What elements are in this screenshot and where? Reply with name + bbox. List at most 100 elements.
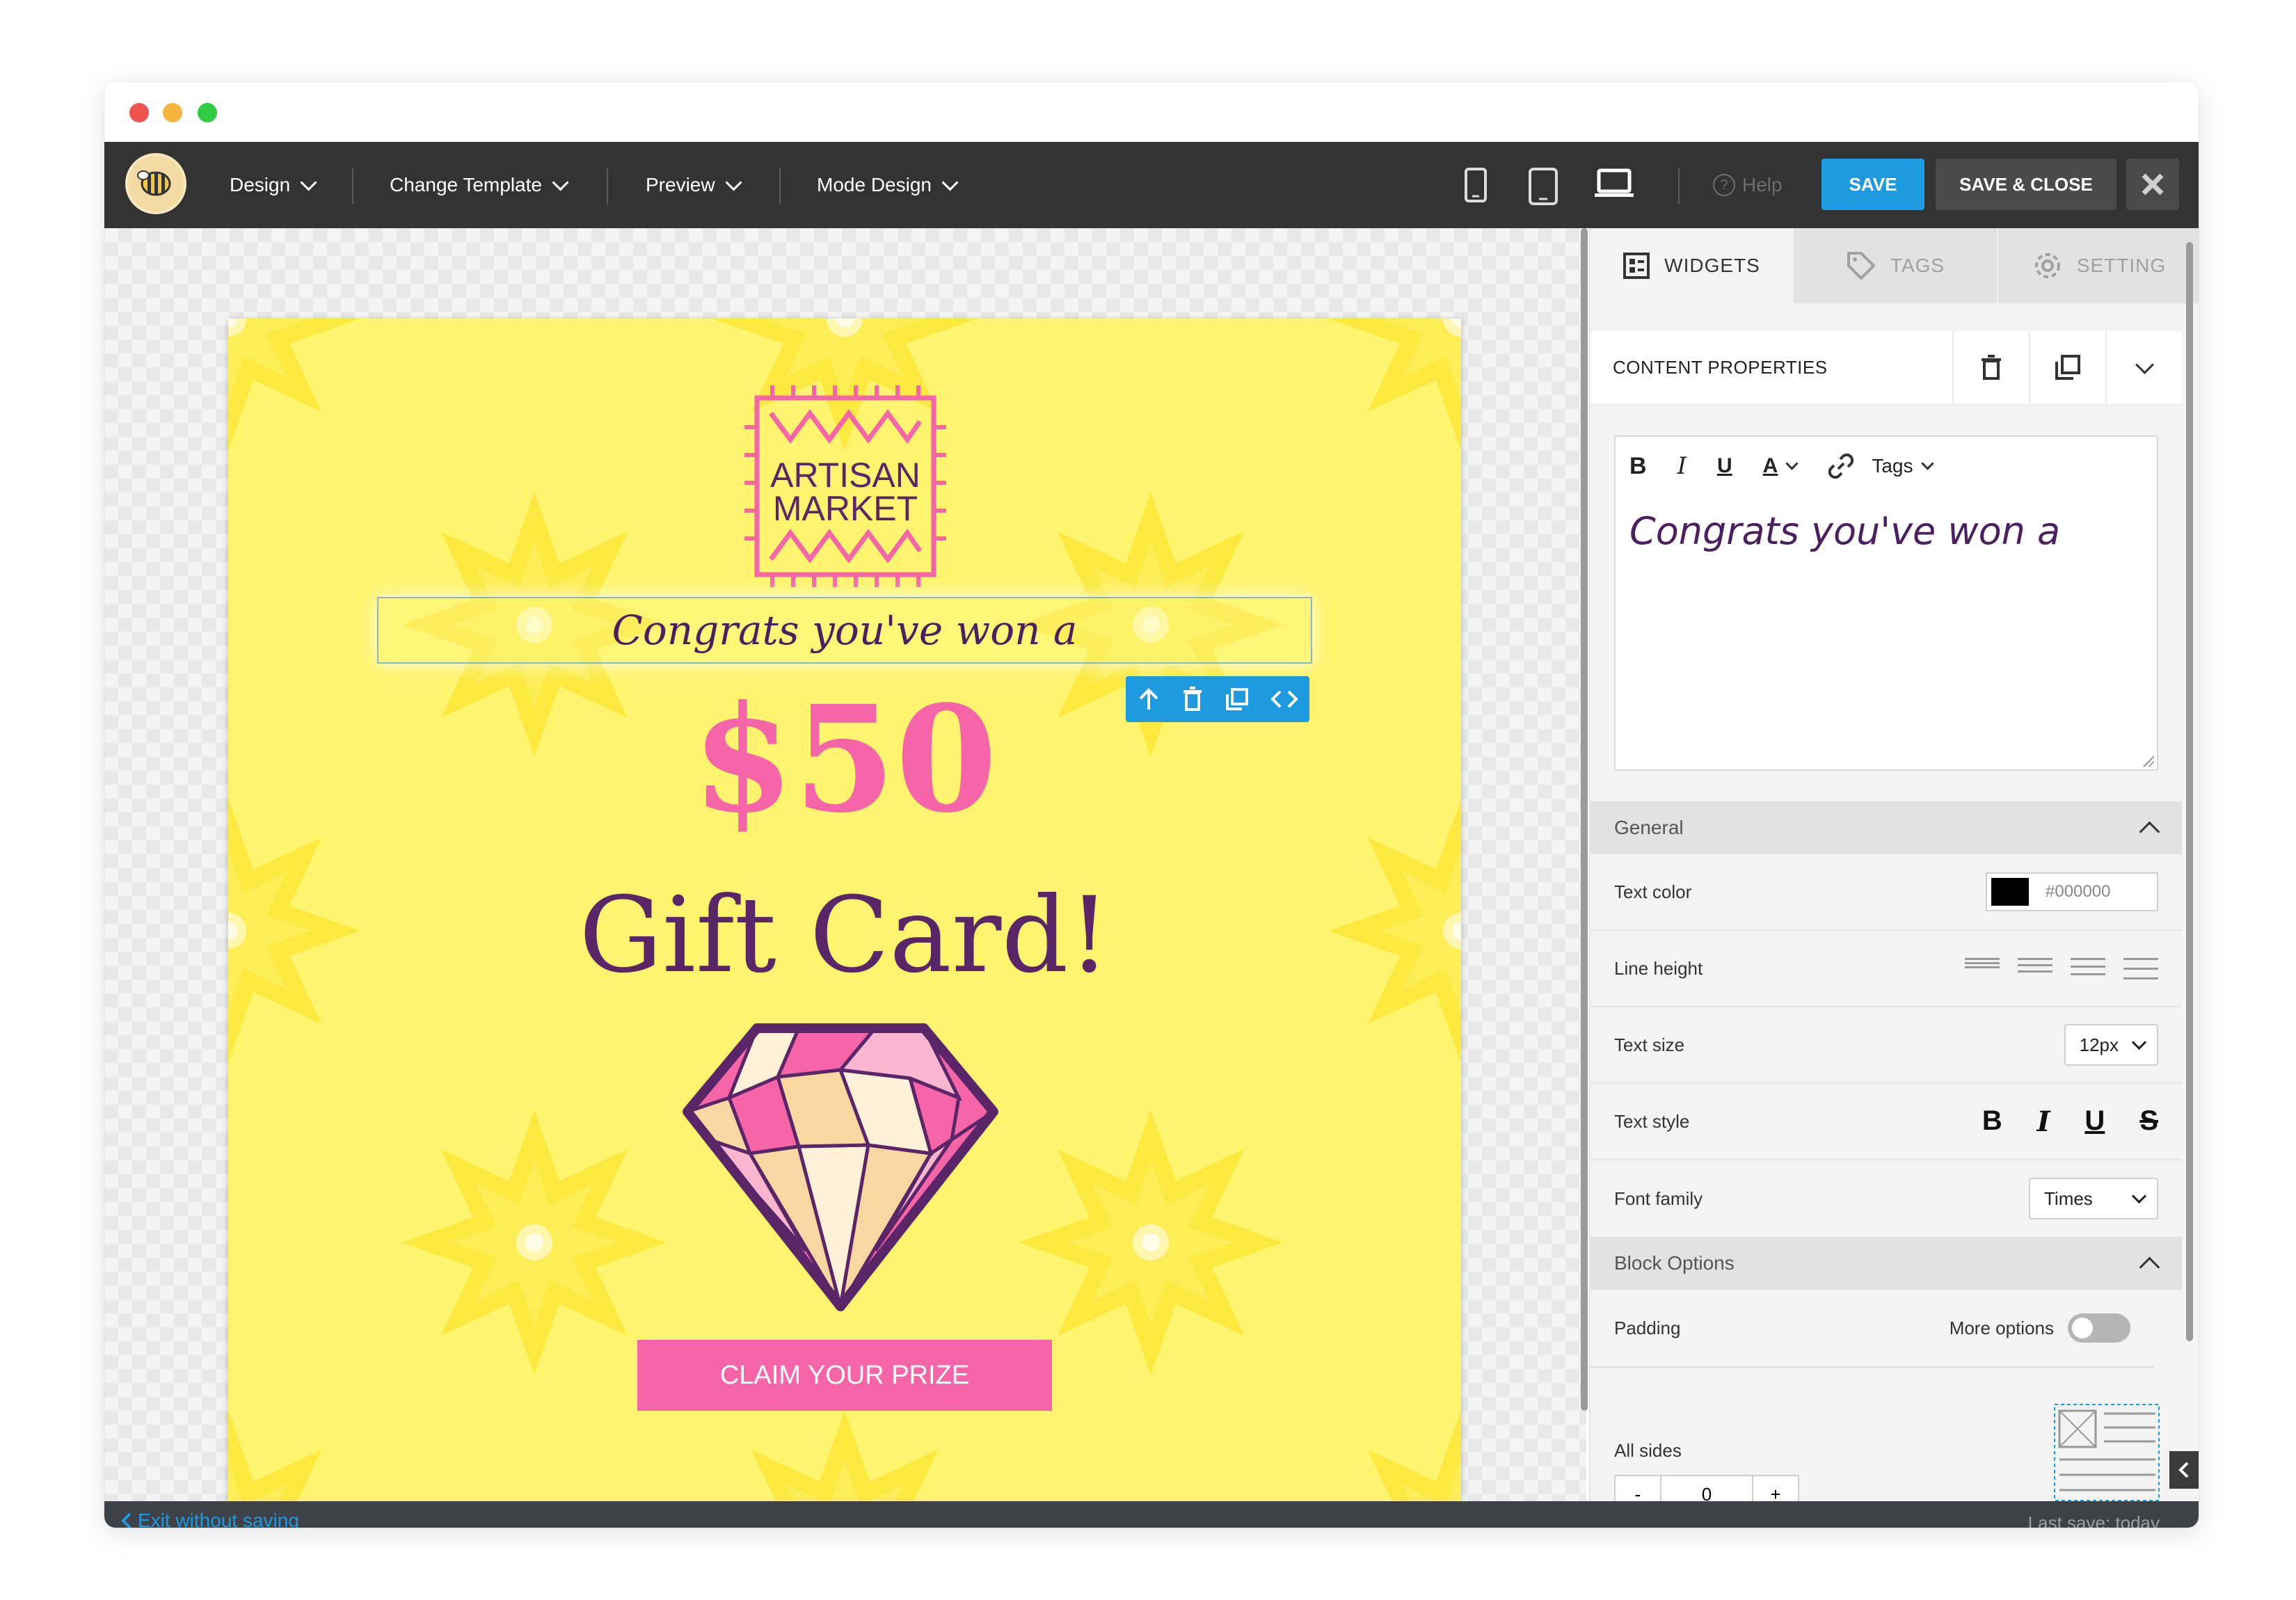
font-family-value: Times xyxy=(2044,1187,2093,1209)
font-color-picker[interactable]: A xyxy=(1762,454,1799,478)
menu-divider xyxy=(607,168,608,205)
widgets-icon xyxy=(1623,253,1650,279)
top-toolbar: Design Change Template Preview Mode Desi… xyxy=(104,142,2199,228)
line-height-option-2[interactable] xyxy=(2018,957,2052,979)
content-properties-header: CONTENT PROPERTIES xyxy=(1591,331,2182,403)
resize-handle[interactable] xyxy=(2143,755,2154,767)
close-icon xyxy=(2142,173,2164,195)
chevron-down-icon xyxy=(1920,456,1934,470)
save-and-close-button[interactable]: SAVE & CLOSE xyxy=(1936,159,2116,210)
italic-icon[interactable]: I xyxy=(1677,452,1687,480)
help-link[interactable]: ? Help xyxy=(1713,142,1783,228)
text-size-select[interactable]: 12px xyxy=(2064,1024,2158,1066)
chevron-down-icon xyxy=(300,173,317,191)
text-color-value: #000000 xyxy=(2046,882,2111,901)
chevron-up-icon xyxy=(2139,821,2160,842)
text-style-row: Text style B I U S xyxy=(1591,1084,2182,1160)
status-bar: Exit without saving Last save: today xyxy=(104,1501,2199,1528)
more-options-toggle-group: More options xyxy=(1950,1313,2130,1343)
block-options-section-header[interactable]: Block Options xyxy=(1591,1237,2182,1290)
duplicate-content-button[interactable] xyxy=(2029,331,2105,403)
general-section-header[interactable]: General xyxy=(1591,801,2182,854)
preview-menu[interactable]: Preview xyxy=(646,142,742,228)
font-family-row: Font family Times xyxy=(1591,1160,2182,1237)
menu-divider xyxy=(1678,168,1680,205)
mode-design-menu[interactable]: Mode Design xyxy=(817,142,959,228)
artisan-market-logo: ARTISAN MARKET xyxy=(744,385,946,587)
diamond-illustration xyxy=(683,1023,998,1311)
text-color-input[interactable]: #000000 xyxy=(1986,872,2158,911)
change-template-label: Change Template xyxy=(390,174,542,195)
link-icon[interactable] xyxy=(1827,452,1855,480)
properties-panel: WIDGETS TAGS SETTING CONTENT PROPERTIES xyxy=(1589,228,2199,1514)
text-size-row: Text size 12px xyxy=(1591,1007,2182,1084)
bold-icon[interactable]: B xyxy=(1629,453,1647,480)
line-height-option-1[interactable] xyxy=(1965,957,2000,979)
editor-toolbar: B I U A Tags xyxy=(1629,449,1934,483)
panel-tabs: WIDGETS TAGS SETTING xyxy=(1591,228,2199,303)
general-section-label: General xyxy=(1614,817,1684,838)
close-window-dot[interactable] xyxy=(129,103,149,122)
chevron-left-icon xyxy=(121,1512,131,1528)
gift-card-heading: Gift Card! xyxy=(579,875,1110,996)
tab-setting-label: SETTING xyxy=(2076,255,2167,276)
underline-style-icon[interactable]: U xyxy=(2084,1105,2105,1138)
help-label: Help xyxy=(1742,174,1783,195)
menu-divider xyxy=(779,168,781,205)
maximize-window-dot[interactable] xyxy=(198,103,217,122)
panel-scrollbar[interactable] xyxy=(2186,242,2193,1341)
text-style-label: Text style xyxy=(1614,1110,1690,1132)
close-editor-button[interactable] xyxy=(2126,159,2179,210)
delete-content-button[interactable] xyxy=(1952,331,2029,403)
headline-text-block[interactable]: Congrats you've won a xyxy=(377,597,1312,664)
text-editor[interactable]: B I U A Tags Congrats you've won a xyxy=(1614,435,2158,771)
bold-style-icon[interactable]: B xyxy=(1982,1105,2002,1138)
strikethrough-style-icon[interactable]: S xyxy=(2139,1105,2158,1138)
last-save-status: Last save: today xyxy=(2027,1512,2160,1528)
trash-icon xyxy=(1982,355,2001,380)
bee-logo-icon[interactable] xyxy=(125,153,186,214)
chevron-down-icon xyxy=(725,173,742,191)
claim-prize-button[interactable]: CLAIM YOUR PRIZE xyxy=(637,1340,1052,1411)
text-color-label: Text color xyxy=(1614,881,1692,902)
tab-tags[interactable]: TAGS xyxy=(1792,228,1997,303)
underline-icon[interactable]: U xyxy=(1717,454,1732,478)
minimize-window-dot[interactable] xyxy=(163,103,182,122)
email-template: ARTISAN MARKET Congrats you've won a $50… xyxy=(228,319,1461,1501)
editor-content[interactable]: Congrats you've won a xyxy=(1629,509,2060,553)
chevron-down-icon xyxy=(2131,1188,2147,1203)
content-properties-title: CONTENT PROPERTIES xyxy=(1613,356,1828,378)
tag-icon xyxy=(1847,252,1875,280)
font-family-label: Font family xyxy=(1614,1187,1703,1209)
email-canvas[interactable]: ARTISAN MARKET Congrats you've won a $50… xyxy=(104,228,1586,1501)
text-style-options: B I U S xyxy=(1982,1105,2158,1138)
tablet-view-icon[interactable] xyxy=(1528,167,1558,206)
line-height-option-3[interactable] xyxy=(2071,957,2105,979)
desktop-view-icon[interactable] xyxy=(1593,168,1635,199)
italic-style-icon[interactable]: I xyxy=(2037,1105,2050,1138)
help-icon: ? xyxy=(1713,174,1735,196)
chevron-down-icon xyxy=(941,173,959,191)
design-menu-label: Design xyxy=(230,174,291,195)
font-color-icon: A xyxy=(1762,454,1778,477)
design-menu[interactable]: Design xyxy=(230,142,317,228)
color-swatch[interactable] xyxy=(1991,878,2029,906)
save-button[interactable]: SAVE xyxy=(1821,159,1924,210)
canvas-scrollbar[interactable] xyxy=(1581,228,1588,1411)
tab-setting[interactable]: SETTING xyxy=(1997,228,2199,303)
tags-dropdown[interactable]: Tags xyxy=(1872,455,1934,477)
more-options-toggle[interactable] xyxy=(2068,1313,2130,1343)
change-template-menu[interactable]: Change Template xyxy=(390,142,569,228)
chevron-up-icon xyxy=(2139,1256,2160,1277)
line-height-options xyxy=(1965,957,2158,979)
chevron-down-icon xyxy=(552,173,569,191)
font-family-select[interactable]: Times xyxy=(2029,1178,2158,1219)
collapse-panel-button[interactable] xyxy=(2169,1451,2199,1489)
all-sides-label: All sides xyxy=(1614,1440,1682,1461)
exit-without-saving-link[interactable]: Exit without saving xyxy=(121,1510,299,1528)
collapse-content-button[interactable] xyxy=(2105,331,2182,403)
tab-widgets[interactable]: WIDGETS xyxy=(1591,228,1792,303)
chevron-left-icon xyxy=(2178,1462,2189,1478)
mobile-view-icon[interactable] xyxy=(1464,167,1488,203)
line-height-option-4[interactable] xyxy=(2123,957,2158,979)
